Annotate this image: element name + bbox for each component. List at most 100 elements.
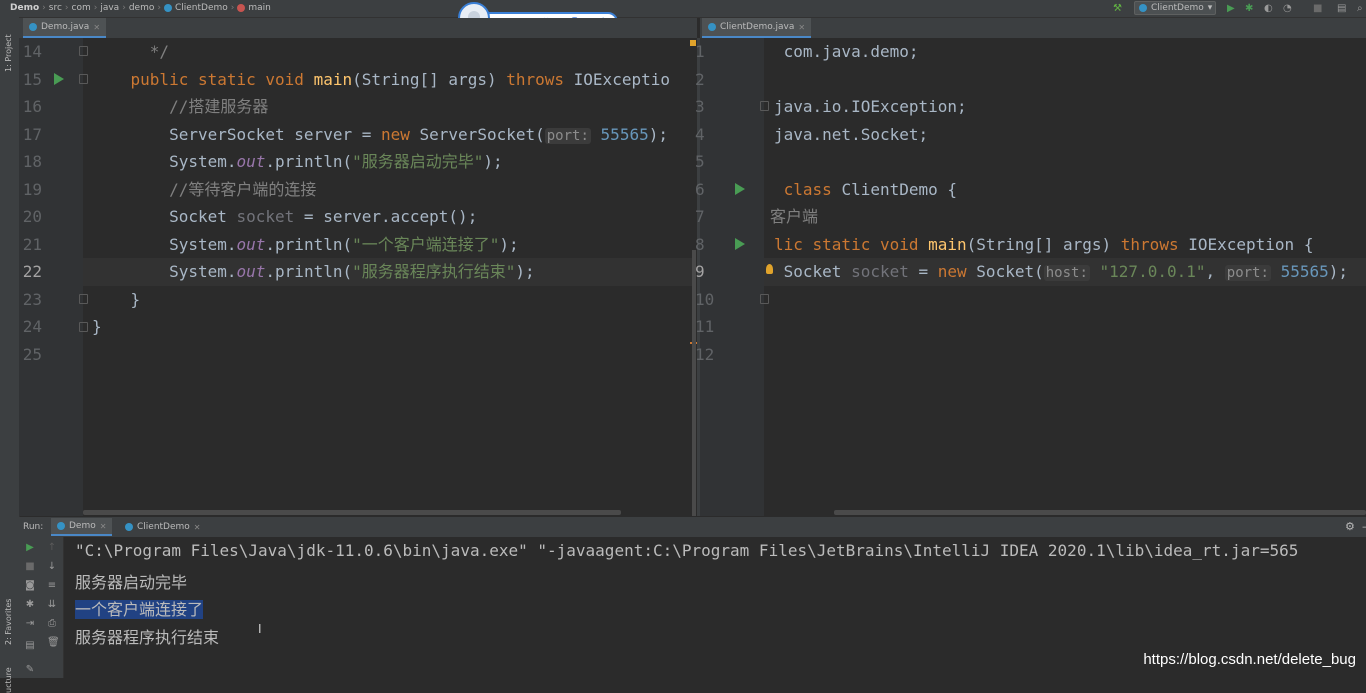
run-gutter-icon[interactable] [54,73,64,85]
code-line[interactable]: //等待客户端的连接 [92,180,316,200]
debug-icon[interactable]: ✱ [1245,3,1253,14]
project-tool-tab[interactable]: 1: Project [4,34,13,72]
print-icon[interactable]: ⎙ [47,619,57,629]
code-line[interactable]: 客户端 [770,207,818,227]
search-everywhere-icon[interactable]: ⌕ [1357,3,1363,14]
code-line[interactable]: class ClientDemo { [774,180,957,200]
line-number-current: 22 [22,262,42,281]
code-line[interactable]: System.out.println("服务器启动完毕"); [92,152,503,172]
lightbulb-icon[interactable] [766,264,773,274]
run-gutter-icon[interactable] [735,238,745,250]
breadcrumb-java[interactable]: java [100,3,119,13]
breadcrumb-separator: › [64,3,69,13]
line-number: 25 [22,345,42,364]
fold-icon[interactable] [760,294,769,304]
project-structure-icon[interactable]: ▤ [1337,3,1346,14]
run-config-icon [57,522,65,530]
line-number: 2 [695,70,705,89]
structure-tool-tab[interactable]: ucture [4,667,13,693]
fold-icon[interactable] [79,322,88,332]
settings-icon[interactable]: ✱ [25,600,35,610]
run-icon[interactable]: ▶ [1227,3,1235,14]
favorites-tool-tab[interactable]: 2: Favorites [4,599,13,645]
code-line[interactable]: System.out.println("一个客户端连接了"); [92,235,519,255]
build-icon[interactable]: ⚒ [1113,3,1122,14]
line-number: 8 [695,235,705,254]
code-line[interactable]: } [92,290,141,310]
scroll-to-end-icon[interactable]: ⇊ [47,600,57,610]
tab-clientdemo-java[interactable]: ClientDemo.java ✕ [702,18,812,38]
close-icon[interactable]: ✕ [798,23,805,32]
pin-icon[interactable]: ✎ [25,665,35,675]
console-line[interactable]: 服务器程序执行结束 [75,624,219,648]
code-line[interactable]: com.java.demo; [774,42,919,62]
line-number: 24 [22,317,42,336]
code-line[interactable]: public static void main(String[] args) t… [92,70,670,90]
run-tab-label: ClientDemo [137,522,190,532]
line-number: 3 [695,97,705,116]
code-line[interactable]: Socket socket = new Socket(host: "127.0.… [774,262,1348,283]
breadcrumb-com[interactable]: com [72,3,91,13]
down-arrow-icon[interactable]: ↓ [47,562,57,572]
breadcrumb-demo[interactable]: demo [129,3,155,13]
stop-icon[interactable]: ■ [25,562,35,572]
tab-demo-java[interactable]: Demo.java ✕ [23,18,107,38]
code-line[interactable]: */ [92,42,169,62]
close-icon[interactable]: ✕ [194,523,201,532]
horizontal-scrollbar[interactable] [83,510,621,515]
console-line[interactable]: "C:\Program Files\Java\jdk-11.0.6\bin\ja… [75,541,1298,560]
line-number: 5 [695,152,705,171]
horizontal-scrollbar[interactable] [834,510,1366,515]
close-icon[interactable]: ✕ [100,522,107,531]
console-line[interactable]: 服务器启动完毕 [75,569,187,593]
code-line[interactable]: } [92,317,102,337]
text-cursor-icon: I [258,622,262,636]
profile-icon[interactable]: ◔ [1283,3,1292,14]
soft-wrap-icon[interactable]: ≡ [47,581,57,591]
close-icon[interactable]: ✕ [93,23,100,32]
fold-icon[interactable] [79,294,88,304]
code-line[interactable]: java.io.IOException; [774,97,967,117]
coverage-icon[interactable]: ◐ [1264,3,1273,14]
breadcrumb-separator: › [122,3,126,13]
settings-gear-icon[interactable]: ⚙ [1345,520,1355,533]
run-tab-clientdemo[interactable]: ClientDemo ✕ [119,518,207,536]
breadcrumb-separator: › [157,3,161,13]
breadcrumb-method[interactable]: main [248,3,271,13]
line-number: 23 [22,290,42,309]
minimize-icon[interactable]: – [1362,520,1366,533]
breadcrumb: Demo › src › com › java › demo › ClientDemo › … [10,3,271,13]
code-line[interactable]: lic static void main(String[] args) thro… [774,235,1313,255]
code-line[interactable]: System.out.println("服务器程序执行结束"); [92,262,535,282]
breadcrumb-src[interactable]: src [49,3,62,13]
run-config-label: ClientDemo [1151,3,1204,13]
code-line[interactable]: Socket socket = server.accept(); [92,207,477,227]
line-number: 12 [695,345,715,364]
up-arrow-icon[interactable]: ↑ [47,543,57,553]
code-line[interactable]: //搭建服务器 [92,97,268,117]
run-gutter-icon[interactable] [735,183,745,195]
code-line[interactable]: java.net.Socket; [774,125,928,145]
line-number: 6 [695,180,705,199]
class-icon [163,4,172,12]
line-number: 14 [22,42,42,61]
tab-label: ClientDemo.java [720,22,795,32]
trash-icon[interactable]: 🗑 [47,638,60,648]
line-number: 10 [695,290,715,309]
run-config-select[interactable]: ClientDemo ▾ [1134,1,1216,15]
stop-icon[interactable]: ■ [1313,3,1322,14]
fold-icon[interactable] [760,101,769,111]
layout-icon[interactable]: ▤ [25,641,35,651]
fold-icon[interactable] [79,74,88,84]
selected-text[interactable]: 一个客户端连接了 [75,600,204,619]
run-tab-demo[interactable]: Demo ✕ [51,518,113,536]
run-toolbar-primary: ▶ ■ ◙ ✱ ⇥ ▤ ✎ [19,537,41,678]
fold-icon[interactable] [79,46,88,56]
camera-icon[interactable]: ◙ [25,581,35,591]
breadcrumb-class[interactable]: ClientDemo [175,3,228,13]
breadcrumb-project[interactable]: Demo [10,3,39,13]
rerun-icon[interactable]: ▶ [25,543,35,553]
console-line-selected[interactable]: 一个客户端连接了 [75,596,204,620]
code-line[interactable]: ServerSocket server = new ServerSocket(p… [92,125,668,146]
login-icon[interactable]: ⇥ [25,619,35,629]
